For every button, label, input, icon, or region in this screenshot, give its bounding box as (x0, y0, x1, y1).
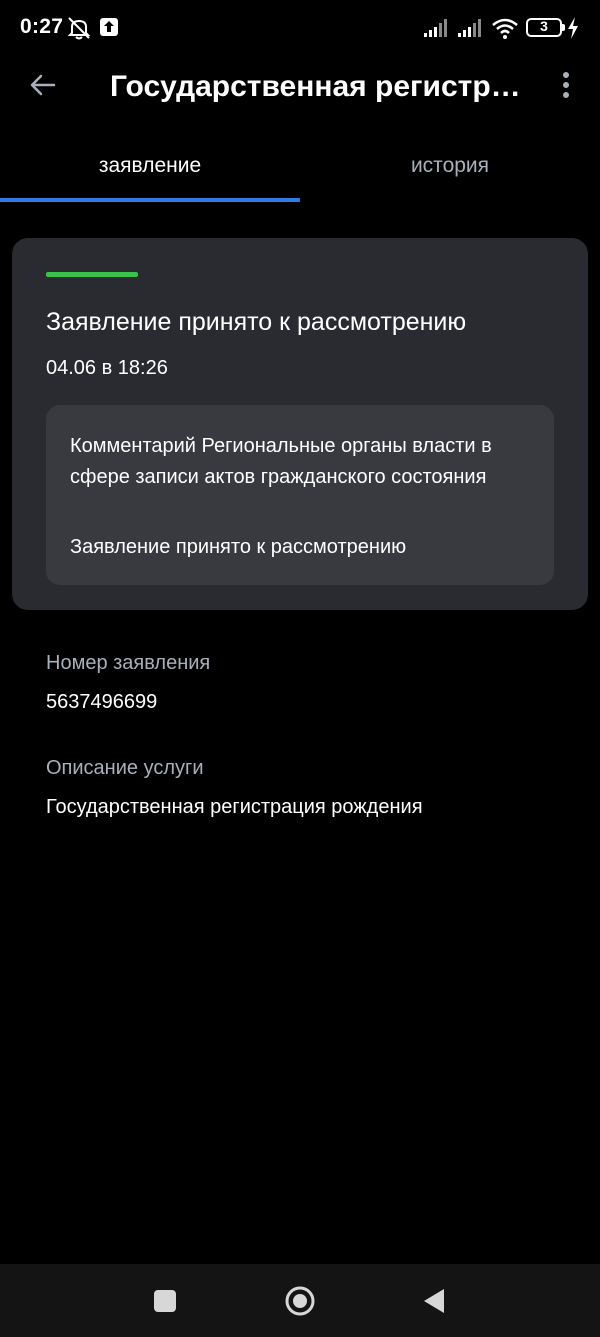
system-nav-bar (0, 1264, 600, 1337)
comment-text: Заявление принято к рассмотрению (70, 536, 407, 558)
active-tab-indicator (0, 198, 300, 202)
status-date: 04.06 в 18:26 (46, 357, 168, 379)
charging-icon (568, 17, 578, 39)
status-time: 0:27 (20, 15, 64, 38)
wifi-icon (492, 18, 518, 39)
tab-history[interactable]: история (300, 128, 600, 202)
status-bar: 0:27 3 (0, 0, 600, 56)
status-card: Заявление принято к рассмотрению 04.06 в… (12, 238, 588, 610)
battery-icon: 3 (526, 18, 562, 37)
status-title: Заявление принято к рассмотрению (46, 308, 467, 336)
application-number-label: Номер заявления (46, 652, 211, 674)
signal-icon (458, 19, 481, 37)
home-icon[interactable] (284, 1285, 316, 1317)
tab-bar: заявление история (0, 128, 600, 202)
back-arrow-icon[interactable] (28, 70, 58, 100)
service-description: Государственная регистрация рождения (46, 796, 423, 818)
signal-icon (424, 19, 447, 37)
tab-application[interactable]: заявление (0, 128, 300, 202)
battery-tip (562, 24, 565, 31)
comment-box: Комментарий Региональные органы власти в… (46, 405, 554, 585)
page-title: Государственная регистра... (110, 70, 530, 103)
application-number: 5637496699 (46, 691, 158, 713)
comment-title: Комментарий Региональные органы власти в… (70, 435, 492, 488)
service-description-label: Описание услуги (46, 757, 204, 779)
battery-level: 3 (540, 18, 548, 34)
mute-icon (67, 17, 91, 40)
screen: 0:27 3 Государственная регистра... заявл… (0, 0, 600, 1337)
recent-apps-icon[interactable] (154, 1290, 176, 1312)
system-back-icon[interactable] (422, 1288, 446, 1314)
more-menu-icon[interactable] (556, 70, 576, 100)
upload-icon (100, 18, 118, 36)
status-indicator (46, 272, 138, 277)
